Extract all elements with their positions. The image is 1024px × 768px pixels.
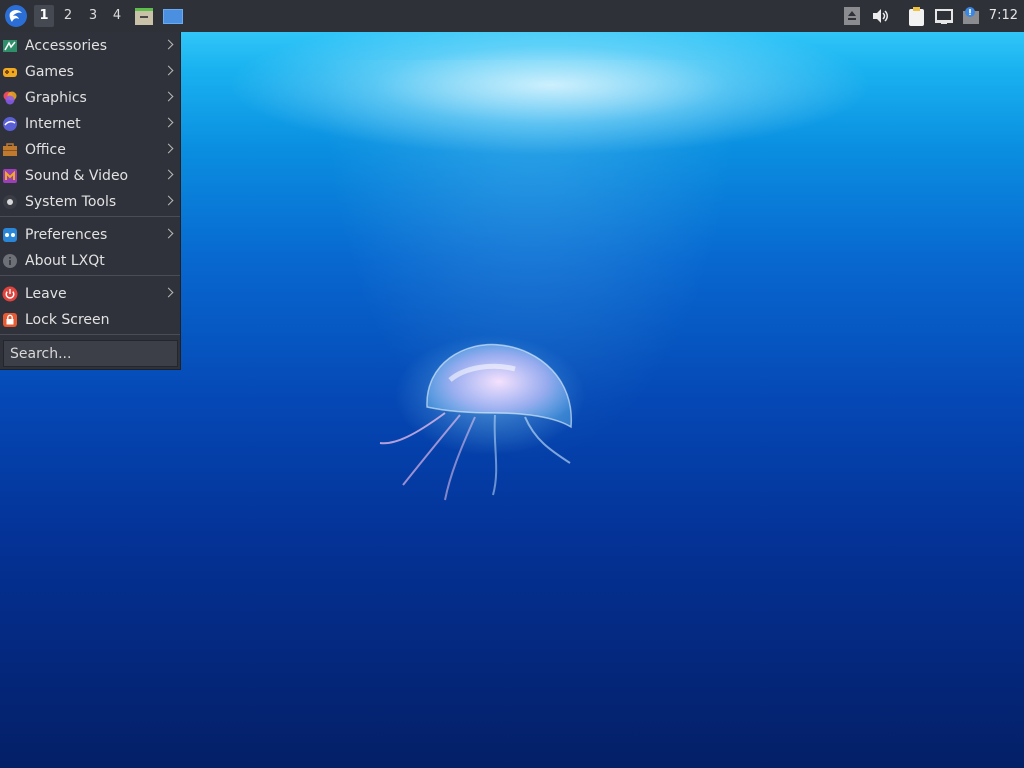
menu-item-label: Internet <box>25 116 81 132</box>
eject-icon[interactable] <box>843 6 863 26</box>
desktop-switch-2[interactable]: 2 <box>58 5 78 27</box>
submenu-arrow-icon <box>163 287 174 298</box>
submenu-arrow-icon <box>163 91 174 102</box>
office-icon <box>3 143 17 156</box>
submenu-arrow-icon <box>163 39 174 50</box>
menu-item-leave[interactable]: Leave <box>0 281 180 307</box>
menu-item-label: About LXQt <box>25 253 105 269</box>
desktop-switch-1[interactable]: 1 <box>34 5 54 27</box>
file-manager-icon[interactable] <box>134 6 154 26</box>
menu-item-system-tools[interactable]: System Tools <box>0 189 180 215</box>
graphics-icon <box>3 91 17 105</box>
submenu-arrow-icon <box>163 117 174 128</box>
menu-item-games[interactable]: Games <box>0 59 180 85</box>
clipboard-icon[interactable] <box>907 6 927 26</box>
menu-item-preferences[interactable]: Preferences <box>0 222 180 248</box>
menu-separator <box>0 216 180 217</box>
volume-icon[interactable] <box>870 6 890 26</box>
menu-item-label: Graphics <box>25 90 87 106</box>
power-icon <box>2 286 18 302</box>
menu-item-sound-video[interactable]: Sound & Video <box>0 163 180 189</box>
menu-item-lock-screen[interactable]: Lock Screen <box>0 307 180 333</box>
submenu-arrow-icon <box>163 169 174 180</box>
menu-item-label: Office <box>25 142 66 158</box>
menu-item-label: Lock Screen <box>25 312 110 328</box>
menu-item-label: System Tools <box>25 194 117 210</box>
lxqt-logo-icon[interactable] <box>4 4 28 28</box>
menu-item-label: Sound & Video <box>25 168 129 184</box>
menu-separator <box>0 334 180 335</box>
desktop-switch-4[interactable]: 4 <box>107 5 127 27</box>
menu-separator <box>0 275 180 276</box>
application-menu: Accessories Games Graphics Internet Offi… <box>0 32 181 370</box>
accessories-icon <box>3 40 17 52</box>
menu-item-label: Leave <box>25 286 67 302</box>
top-panel: 1 2 3 4 7:12 <box>0 0 1024 32</box>
menu-item-graphics[interactable]: Graphics <box>0 85 180 111</box>
show-desktop-icon[interactable] <box>163 9 183 24</box>
lock-icon <box>3 313 17 327</box>
preferences-icon <box>3 228 17 242</box>
menu-item-label: Preferences <box>25 227 108 243</box>
menu-item-label: Accessories <box>25 38 108 54</box>
internet-icon <box>3 117 17 131</box>
menu-search-input[interactable] <box>3 340 178 367</box>
desktop-switch-3[interactable]: 3 <box>83 5 103 27</box>
menu-item-internet[interactable]: Internet <box>0 111 180 137</box>
submenu-arrow-icon <box>163 65 174 76</box>
menu-item-label: Games <box>25 64 74 80</box>
menu-item-office[interactable]: Office <box>0 137 180 163</box>
submenu-arrow-icon <box>163 195 174 206</box>
info-icon <box>3 254 17 268</box>
jellyfish-image <box>379 335 585 501</box>
network-icon[interactable] <box>934 6 954 26</box>
sound-video-icon <box>3 169 17 183</box>
menu-item-accessories[interactable]: Accessories <box>0 33 180 59</box>
menu-item-about-lxqt[interactable]: About LXQt <box>0 248 180 274</box>
games-icon <box>3 68 17 77</box>
submenu-arrow-icon <box>163 228 174 239</box>
notification-icon[interactable] <box>961 6 981 26</box>
system-tools-icon <box>3 195 17 209</box>
submenu-arrow-icon <box>163 143 174 154</box>
panel-clock[interactable]: 7:12 <box>989 0 1018 32</box>
